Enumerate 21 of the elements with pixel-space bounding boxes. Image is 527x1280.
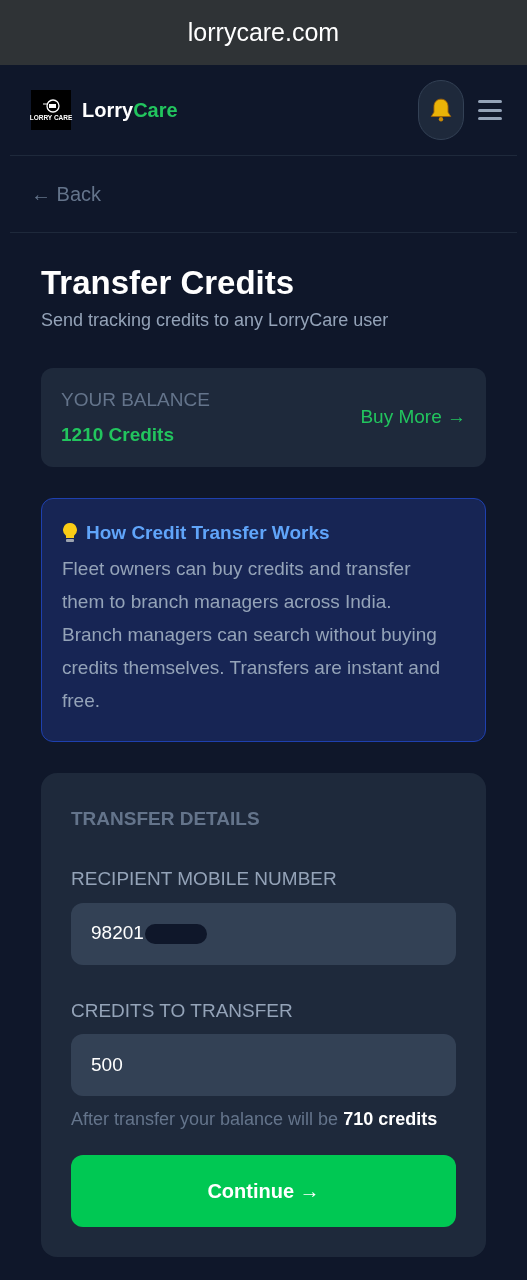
address-bar[interactable]: lorrycare.com (0, 0, 527, 65)
info-text: Fleet owners can buy credits and transfer them to branch managers across India. Branch managers can search without buying credits themselves. Transfers are instant and free. (62, 556, 442, 713)
buy-more-link[interactable]: Buy More → (360, 403, 466, 432)
field-label: CREDITS TO TRANSFER (71, 998, 294, 1023)
back-link[interactable]: ← Back (31, 179, 102, 209)
input-field[interactable]: 500 (71, 1034, 456, 1096)
bell-icon (428, 97, 454, 123)
balance-note: After transfer your balance will be 710 credits (71, 1108, 439, 1131)
lightbulb-icon (62, 522, 78, 545)
redaction-mark (144, 923, 207, 944)
menu-icon[interactable] (478, 100, 502, 120)
input-field[interactable]: 98201 (71, 902, 456, 965)
page-title: Transfer Credits (41, 263, 296, 303)
brand-name[interactable]: LorryCare (82, 95, 178, 125)
info-title: How Credit Transfer Works (86, 521, 330, 545)
page-subtitle: Send tracking credits to any LorryCare user (41, 309, 390, 332)
balance-value: 1210 Credits (61, 422, 175, 447)
section-heading: TRANSFER DETAILS (71, 806, 261, 831)
balance-label: YOUR BALANCE (61, 388, 210, 412)
field-label: RECIPIENT MOBILE NUMBER (71, 867, 338, 891)
notification-button[interactable] (418, 80, 464, 140)
